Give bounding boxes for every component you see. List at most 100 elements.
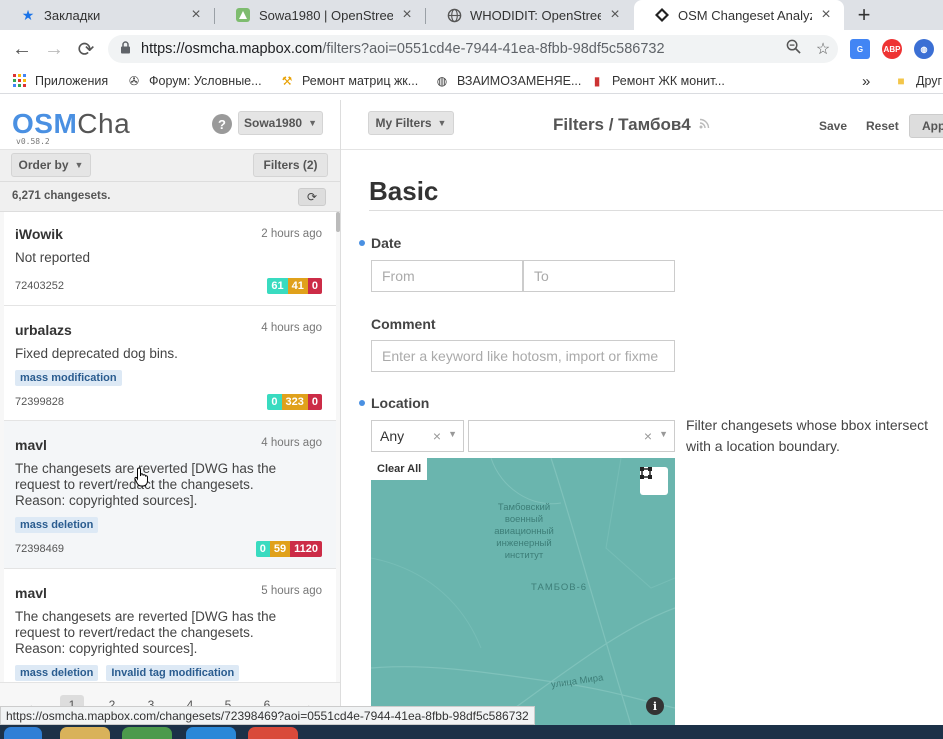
location-type-select[interactable]: Any × ▼ [371,420,464,452]
stat-modified: 323 [281,394,308,410]
bookmarks-more-button[interactable]: » [862,72,870,90]
profile-globe-icon[interactable]: ◍ [914,39,934,59]
changeset-stats: 0 59 1120 [255,541,322,557]
clear-icon[interactable]: × [644,428,652,444]
tag-badge[interactable]: mass modification [15,370,122,386]
bookmark-monitor-repair[interactable]: ▮ Ремонт ЖК монит... [589,72,725,90]
changeset-time: 5 hours ago [261,585,322,597]
bookmark-folder[interactable]: ■ Друг [893,72,942,90]
bookmark-forum[interactable]: ✇ Форум: Условные... [126,72,262,90]
clear-icon[interactable]: × [433,428,441,444]
taskbar-app[interactable] [186,727,236,739]
stat-deleted: 0 [307,394,322,410]
stat-modified: 41 [287,278,308,294]
order-by-button[interactable]: Order by ▼ [11,153,91,177]
adblock-extension-icon[interactable]: ABP [882,39,902,59]
apply-button[interactable]: Apply [909,114,943,138]
changeset-id: 72398469 [15,543,64,555]
tag-badge[interactable]: mass deletion [15,665,99,681]
clear-all-button[interactable]: Clear All [371,458,428,480]
hammer-icon: ⚒ [281,74,293,88]
taskbar-app[interactable] [60,727,110,739]
tab-bookmarks[interactable]: ★ Закладки × [0,0,214,30]
apps-grid-icon [12,73,28,89]
stat-added: 0 [267,394,282,410]
refresh-icon[interactable]: ⟳ [298,188,326,206]
bookmark-label: Форум: Условные... [149,74,262,88]
location-value-select[interactable]: × ▼ [468,420,675,452]
my-filters-button[interactable]: My Filters ▼ [368,111,454,135]
close-icon[interactable]: × [818,6,834,24]
forward-arrow-icon[interactable]: → [40,35,68,63]
help-icon[interactable]: ? [212,114,232,134]
address-bar[interactable]: https://osmcha.mapbox.com/filters?aoi=05… [108,35,838,63]
reload-icon[interactable]: ⟳ [72,35,100,63]
changeset-comment: The changesets are reverted [DWG has the… [15,609,277,656]
draw-polygon-icon[interactable] [640,467,668,495]
bookmark-star-icon[interactable]: ☆ [808,39,838,59]
changeset-tags: mass modification [15,370,122,386]
reset-button[interactable]: Reset [866,119,899,133]
chevron-down-icon[interactable]: ▼ [448,429,457,439]
chevron-down-icon: ▼ [308,118,317,128]
osmcha-logo[interactable]: OSMCha [12,109,130,139]
date-to-input[interactable]: To [523,260,675,292]
changeset-item[interactable]: urbalazs 4 hours ago Fixed deprecated do… [4,306,336,421]
taskbar-app[interactable] [248,727,298,739]
globe-icon [446,7,462,23]
bookmark-interchangeable[interactable]: ◍ ВЗАИМОЗАМЕНЯЕ... [434,72,582,90]
map-label-institute: Тамбовский военный авиационный инженерны… [494,502,554,561]
rss-icon[interactable] [699,118,710,132]
back-arrow-icon[interactable]: ← [8,35,36,63]
list-scrollbar[interactable] [336,212,340,232]
start-button[interactable] [4,727,42,739]
filters-button[interactable]: Filters (2) [253,153,328,177]
browser-tab-strip: ★ Закладки × Sowa1980 | OpenStreetMap × … [0,0,943,30]
globe-icon: ◍ [436,74,448,88]
translate-extension-icon[interactable]: G [850,39,870,59]
tag-badge[interactable]: mass deletion [15,517,99,533]
info-icon[interactable]: i [646,697,664,715]
filters-header: My Filters ▼ Filters / Тамбов4 Save Rese… [341,100,943,150]
bookmark-label: Приложения [35,74,109,88]
changeset-stats: 61 41 0 [267,278,322,294]
comment-input[interactable]: Enter a keyword like hotosm, import or f… [371,340,675,372]
close-icon[interactable]: × [607,6,623,24]
date-from-input[interactable]: From [371,260,523,292]
os-taskbar [0,725,943,739]
my-filters-label: My Filters [375,116,432,130]
changeset-item[interactable]: iWowik 2 hours ago Not reported 72403252… [4,212,336,306]
close-icon[interactable]: × [399,6,415,24]
tag-badge[interactable]: Invalid tag modification [106,665,240,681]
browser-toolbar: ← → ⟳ https://osmcha.mapbox.com/filters?… [0,30,943,68]
section-title: Basic [369,176,439,206]
bookmark-label: Ремонт матриц жк... [302,74,419,88]
bookmark-label: Ремонт ЖК монит... [612,74,725,88]
tab-osm-profile[interactable]: Sowa1980 | OpenStreetMap × [215,0,425,30]
changeset-comment: Not reported [15,250,91,265]
section-divider [369,210,943,211]
changeset-comment: Fixed deprecated dog bins. [15,346,178,361]
changeset-user: urbalazs [15,322,72,338]
chevron-down-icon[interactable]: ▼ [659,429,668,439]
bookmark-label: Друг [916,74,943,88]
changeset-item[interactable]: mavl 5 hours ago The changesets are reve… [4,569,336,682]
taskbar-app[interactable] [122,727,172,739]
location-map[interactable]: Clear All Тамбовский военный авиационный… [371,458,675,725]
order-by-label: Order by [18,158,69,172]
tab-whodidit[interactable]: WHODIDIT: OpenStreetMap × [426,0,633,30]
new-tab-button[interactable]: + [850,0,878,30]
user-menu-button[interactable]: Sowa1980 ▼ [238,111,323,135]
tab-osmcha[interactable]: OSM Changeset Analyzer × [634,0,844,30]
zoom-icon[interactable] [778,39,808,59]
changeset-user: mavl [15,585,47,601]
close-icon[interactable]: × [188,6,204,24]
url-path: /filters?aoi=0551cd4e-7944-41ea-8fbb-98d… [322,41,665,57]
filters-panel: My Filters ▼ Filters / Тамбов4 Save Rese… [341,100,943,725]
bookmark-label: ВЗАИМОЗАМЕНЯЕ... [457,74,582,88]
changeset-list: iWowik 2 hours ago Not reported 72403252… [0,212,336,682]
save-button[interactable]: Save [819,119,847,133]
bookmark-apps[interactable]: Приложения [12,72,108,90]
bookmark-matrix-repair[interactable]: ⚒ Ремонт матриц жк... [279,72,419,90]
changeset-item-selected[interactable]: mavl 4 hours ago The changesets are reve… [4,421,336,569]
